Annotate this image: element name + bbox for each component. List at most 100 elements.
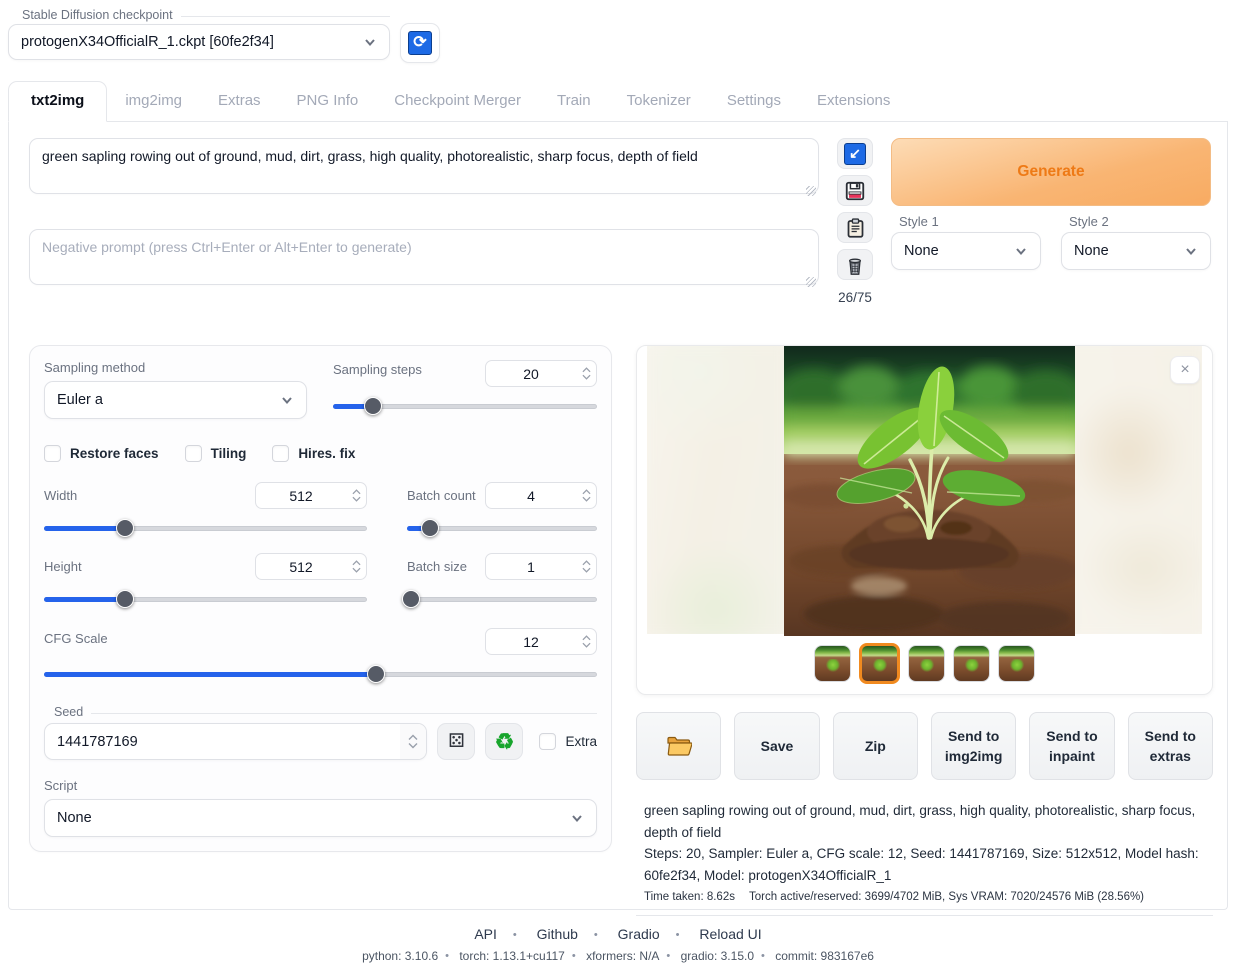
- cfg-scale-input[interactable]: 12: [485, 628, 597, 655]
- gallery-blur-right: [1070, 346, 1202, 634]
- cfg-scale-value: 12: [486, 629, 576, 654]
- sampling-steps-slider[interactable]: [333, 397, 597, 415]
- close-icon: ×: [1180, 361, 1189, 379]
- style2-value: None: [1074, 243, 1109, 259]
- prompt-input[interactable]: green sapling rowing out of ground, mud,…: [29, 138, 819, 194]
- hires-fix-checkbox[interactable]: Hires. fix: [272, 445, 355, 462]
- seed-label: Seed: [54, 705, 83, 719]
- tab-extras[interactable]: Extras: [200, 82, 279, 121]
- batch-size-input[interactable]: 1: [485, 553, 597, 580]
- send-to-img2img-button[interactable]: Send to img2img: [931, 712, 1016, 780]
- batch-size-value: 1: [486, 554, 576, 579]
- bullet-separator: •: [666, 950, 670, 962]
- save-style-button[interactable]: [837, 175, 873, 206]
- extra-seed-checkbox[interactable]: Extra: [539, 733, 597, 750]
- sampling-method-select[interactable]: Euler a: [44, 381, 307, 419]
- gallery-thumbnail[interactable]: [814, 645, 851, 682]
- stepper-arrows-icon[interactable]: [346, 483, 366, 508]
- style1-label: Style 1: [891, 214, 1041, 229]
- width-slider[interactable]: [44, 519, 367, 537]
- batch-count-input[interactable]: 4: [485, 482, 597, 509]
- xformers-version: xformers: N/A: [586, 949, 659, 963]
- bullet-separator: •: [594, 929, 598, 941]
- close-gallery-button[interactable]: ×: [1170, 356, 1200, 384]
- batch-count-slider[interactable]: [407, 519, 597, 537]
- tab-img2img[interactable]: img2img: [107, 82, 200, 121]
- cfg-scale-slider[interactable]: [44, 665, 597, 683]
- chevron-down-icon: [363, 35, 377, 49]
- stepper-arrows-icon[interactable]: [400, 724, 426, 759]
- style1-select[interactable]: None: [891, 232, 1041, 270]
- restore-faces-checkbox[interactable]: Restore faces: [44, 445, 159, 462]
- refresh-icon: ⟳: [408, 31, 432, 55]
- tab-settings[interactable]: Settings: [709, 82, 799, 121]
- random-seed-button[interactable]: ⚄: [437, 723, 475, 760]
- hires-fix-label: Hires. fix: [298, 446, 355, 461]
- checkpoint-select[interactable]: protogenX34OfficialR_1.ckpt [60fe2f34]: [8, 24, 390, 60]
- token-counter: 26/75: [838, 290, 872, 305]
- tab-checkpoint-merger[interactable]: Checkpoint Merger: [376, 82, 539, 121]
- open-folder-button[interactable]: [636, 712, 721, 780]
- tab-txt2img[interactable]: txt2img: [8, 81, 107, 122]
- refresh-checkpoint-button[interactable]: ⟳: [400, 23, 440, 63]
- script-select[interactable]: None: [44, 799, 597, 837]
- send-to-inpaint-button[interactable]: Send to inpaint: [1029, 712, 1114, 780]
- negative-prompt-input[interactable]: [29, 229, 819, 285]
- style1-value: None: [904, 243, 939, 259]
- label-divider: [181, 16, 390, 17]
- batch-count-label: Batch count: [407, 488, 476, 503]
- generation-prompt-text: green sapling rowing out of ground, mud,…: [644, 803, 1195, 840]
- height-value: 512: [256, 554, 346, 579]
- gallery-thumbnail[interactable]: [908, 645, 945, 682]
- stepper-arrows-icon[interactable]: [576, 483, 596, 508]
- tiling-label: Tiling: [211, 446, 247, 461]
- sampling-method-value: Euler a: [57, 392, 103, 408]
- footer-link-reload-ui[interactable]: Reload UI: [699, 926, 761, 942]
- paste-generation-params-button[interactable]: ↙: [837, 138, 873, 169]
- style2-select[interactable]: None: [1061, 232, 1211, 270]
- height-slider[interactable]: [44, 590, 367, 608]
- save-button[interactable]: Save: [734, 712, 819, 780]
- clear-prompt-button[interactable]: [837, 249, 873, 280]
- tab-train[interactable]: Train: [539, 82, 609, 121]
- apply-style-button[interactable]: [837, 212, 873, 243]
- batch-size-slider[interactable]: [407, 590, 597, 608]
- gallery-thumbnail[interactable]: [859, 643, 900, 684]
- footer-link-gradio[interactable]: Gradio: [618, 926, 660, 942]
- gradio-version: gradio: 3.15.0: [681, 949, 754, 963]
- floppy-disk-icon: [844, 180, 866, 202]
- footer-link-api[interactable]: API: [474, 926, 497, 942]
- sampling-steps-input[interactable]: 20: [485, 360, 597, 387]
- seed-input[interactable]: 1441787169: [44, 723, 427, 760]
- stepper-arrows-icon[interactable]: [576, 361, 596, 386]
- gallery-thumbnail[interactable]: [998, 645, 1035, 682]
- zip-button[interactable]: Zip: [833, 712, 918, 780]
- send-to-extras-button[interactable]: Send to extras: [1128, 712, 1213, 780]
- tab-png-info[interactable]: PNG Info: [279, 82, 377, 121]
- width-label: Width: [44, 488, 77, 503]
- width-input[interactable]: 512: [255, 482, 367, 509]
- recycle-icon: ♻: [495, 729, 515, 755]
- bullet-separator: •: [761, 950, 765, 962]
- height-input[interactable]: 512: [255, 553, 367, 580]
- tab-extensions[interactable]: Extensions: [799, 82, 908, 121]
- chevron-down-icon: [280, 393, 294, 407]
- bullet-separator: •: [513, 929, 517, 941]
- tiling-checkbox[interactable]: Tiling: [185, 445, 247, 462]
- stepper-arrows-icon[interactable]: [346, 554, 366, 579]
- tab-tokenizer[interactable]: Tokenizer: [609, 82, 709, 121]
- stepper-arrows-icon[interactable]: [576, 554, 596, 579]
- bullet-separator: •: [572, 950, 576, 962]
- sampling-method-label: Sampling method: [44, 360, 307, 375]
- footer-link-github[interactable]: Github: [537, 926, 578, 942]
- generated-image-preview[interactable]: [784, 346, 1075, 636]
- stepper-arrows-icon[interactable]: [576, 629, 596, 654]
- generate-button[interactable]: Generate: [891, 138, 1211, 206]
- chevron-down-icon: [1014, 244, 1028, 258]
- reuse-seed-button[interactable]: ♻: [485, 723, 523, 760]
- gallery-thumbnail[interactable]: [953, 645, 990, 682]
- cfg-scale-label: CFG Scale: [44, 631, 108, 646]
- dice-icon: ⚄: [448, 730, 465, 753]
- restore-faces-label: Restore faces: [70, 446, 159, 461]
- height-label: Height: [44, 559, 82, 574]
